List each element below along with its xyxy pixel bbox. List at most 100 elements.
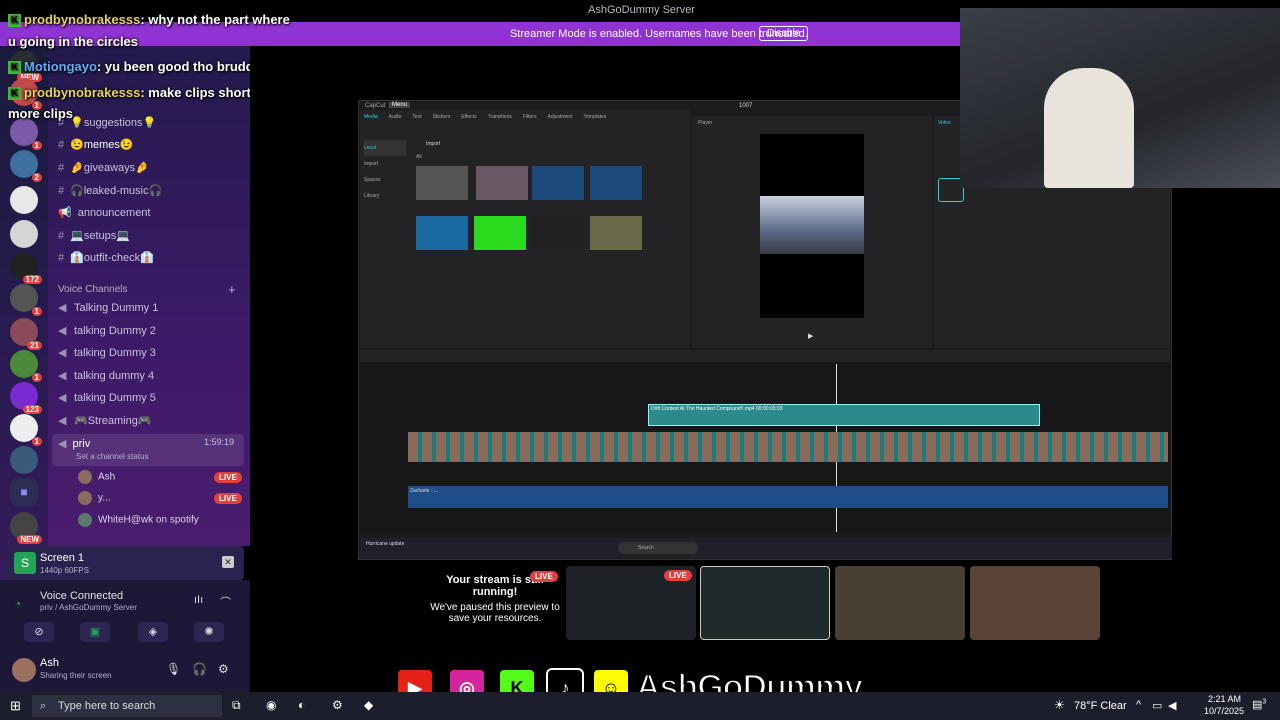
headphones-icon[interactable]: 🎧 — [192, 662, 207, 676]
network-icon[interactable]: ▭ — [1152, 699, 1162, 712]
add-channel-icon[interactable]: + — [228, 282, 236, 297]
notification-icon[interactable]: ▤3 — [1252, 698, 1266, 711]
media-thumbnail[interactable] — [590, 166, 642, 200]
server-icon[interactable] — [10, 220, 38, 248]
tab-media[interactable]: Media — [364, 114, 378, 120]
windows-start-icon[interactable]: ⊞ — [10, 698, 21, 714]
voice-channel-priv[interactable]: ◀ priv 1:59:19 Set a channel status — [52, 434, 244, 466]
voice-channel[interactable]: ◀ talking dummy 4 — [58, 369, 154, 382]
voice-member[interactable]: WhiteH@wk on spotify — [78, 513, 199, 527]
server-icon[interactable]: 172 — [10, 252, 42, 284]
avatar[interactable] — [12, 658, 36, 682]
import-button[interactable]: Import — [426, 141, 440, 147]
channel-outfit-check[interactable]: # 👔outfit-check👔 — [58, 251, 154, 264]
server-icon[interactable]: 1 — [10, 118, 42, 150]
microphone-icon[interactable]: 🎙 — [166, 662, 181, 676]
channel-setups[interactable]: # 💻setups💻 — [58, 229, 130, 242]
screen-share-panel[interactable]: S Screen 1 1440p 60FPS ✕ — [6, 546, 244, 580]
app-icon[interactable]: ◆ — [364, 698, 373, 712]
media-thumbnail[interactable] — [532, 166, 584, 200]
volume-icon[interactable]: ◀ — [1168, 699, 1176, 712]
news-widget[interactable]: Hurricane update — [366, 541, 404, 547]
stream-preview[interactable] — [970, 566, 1100, 640]
main-video-track[interactable] — [408, 432, 1168, 462]
task-view-icon[interactable]: ⧉ — [232, 698, 241, 713]
media-thumbnail[interactable] — [532, 216, 584, 250]
folder-icon[interactable]: ■ — [10, 478, 38, 506]
settings-icon[interactable]: ⚙ — [218, 662, 229, 676]
server-icon[interactable]: 1 — [10, 284, 42, 316]
server-icon[interactable] — [10, 446, 38, 474]
windows-search[interactable]: Search — [618, 542, 698, 554]
side-library[interactable]: Library — [364, 188, 406, 204]
weather-text[interactable]: 78°F Clear — [1074, 700, 1127, 712]
voice-channel[interactable]: ◀ talking Dummy 3 — [58, 346, 156, 359]
disable-streamer-mode-button[interactable]: Disable — [759, 26, 809, 41]
taskbar-search[interactable]: ⌕ Type here to search — [32, 695, 222, 717]
disconnect-icon[interactable]: ⌒ — [220, 594, 231, 610]
side-import[interactable]: Import — [364, 156, 406, 172]
server-icon[interactable]: 123 — [10, 382, 42, 414]
server-icon[interactable]: 1 — [10, 414, 42, 446]
soundboard-icon[interactable]: ıIı — [194, 594, 203, 606]
media-thumbnail[interactable] — [416, 166, 468, 200]
voice-channel[interactable]: ◀ 🎮Streaming🎮 — [58, 414, 152, 427]
tab-stickers[interactable]: Stickers — [433, 114, 451, 120]
channel-leaked-music[interactable]: # 🎧leaked-music🎧 — [58, 184, 162, 197]
side-spaces[interactable]: Spaces — [364, 172, 406, 188]
server-icon[interactable] — [10, 186, 38, 214]
play-icon[interactable]: ▶ — [808, 332, 813, 340]
media-thumbnail[interactable] — [590, 216, 642, 250]
server-icon[interactable]: 2 — [10, 150, 42, 182]
voice-channel[interactable]: ◀ talking Dummy 5 — [58, 391, 156, 404]
timeline-panel: Drift Contest At The Haunted Compound!!.… — [360, 350, 1170, 532]
clock-date[interactable]: 10/7/2025 — [1204, 706, 1244, 716]
activity-icon[interactable]: ◈ — [138, 622, 168, 642]
camera-off-icon[interactable]: ⊘ — [24, 622, 54, 642]
side-local[interactable]: Local — [364, 140, 406, 156]
signal-icon[interactable]: ◔ — [14, 597, 21, 611]
stream-preview[interactable] — [835, 566, 965, 640]
tab-text[interactable]: Text — [412, 114, 421, 120]
video-preview[interactable] — [760, 134, 864, 318]
tab-filters[interactable]: Filters — [523, 114, 537, 120]
screen-share-toggle-icon[interactable]: ▣ — [80, 622, 110, 642]
tab-adjustment[interactable]: Adjustment — [547, 114, 572, 120]
media-thumbnail[interactable] — [474, 216, 526, 250]
live-badge: LIVE — [214, 493, 242, 504]
video-clip-overlay[interactable]: Drift Contest At The Haunted Compound!!.… — [648, 404, 1040, 426]
app-icon[interactable]: ◉ — [266, 698, 276, 712]
media-thumbnail[interactable] — [476, 166, 528, 200]
voice-channel[interactable]: ◀ Talking Dummy 1 — [58, 301, 158, 314]
chevron-up-icon[interactable]: ^ — [1136, 699, 1141, 711]
audio-track[interactable]: Zacharie - ... — [408, 486, 1168, 508]
tab-effects[interactable]: Effects — [461, 114, 476, 120]
server-icon[interactable]: NEW — [10, 512, 42, 544]
voice-channel-name[interactable]: priv / AshGoDummy Server — [40, 603, 137, 612]
voice-member[interactable]: Ash — [78, 470, 115, 484]
stop-stream-icon[interactable]: ✕ — [222, 556, 234, 568]
voice-channel[interactable]: ◀ talking Dummy 2 — [58, 324, 156, 337]
weather-icon[interactable]: ☀ — [1054, 698, 1065, 712]
stream-preview[interactable] — [700, 566, 830, 640]
channel-status[interactable]: Set a channel status — [76, 452, 149, 461]
server-icon[interactable]: 1 — [10, 350, 42, 382]
media-thumbnail[interactable] — [416, 216, 468, 250]
steam-icon[interactable]: ◐ — [298, 698, 305, 712]
editor-menu[interactable]: Menu — [389, 102, 411, 108]
effects-icon[interactable]: ✺ — [194, 622, 224, 642]
tab-transitions[interactable]: Transitions — [488, 114, 512, 120]
server-icon[interactable]: 21 — [10, 318, 42, 350]
video-tab[interactable]: Video — [938, 120, 951, 126]
settings-icon[interactable]: ⚙ — [332, 698, 343, 712]
voice-channels-header[interactable]: Voice Channels + — [58, 282, 236, 297]
voice-member[interactable]: y... — [78, 491, 111, 505]
stream-preview[interactable]: LIVE — [566, 566, 696, 640]
channel-giveaways[interactable]: # 🤌giveaways🤌 — [58, 161, 149, 174]
channel-announcement[interactable]: 📢 announcement — [58, 206, 150, 219]
clock-time[interactable]: 2:21 AM — [1208, 694, 1241, 704]
tab-templates[interactable]: Templates — [584, 114, 607, 120]
all-filter[interactable]: All — [416, 154, 422, 160]
channel-memes[interactable]: # 😉memes😉 — [58, 138, 134, 151]
tab-audio[interactable]: Audio — [389, 114, 402, 120]
